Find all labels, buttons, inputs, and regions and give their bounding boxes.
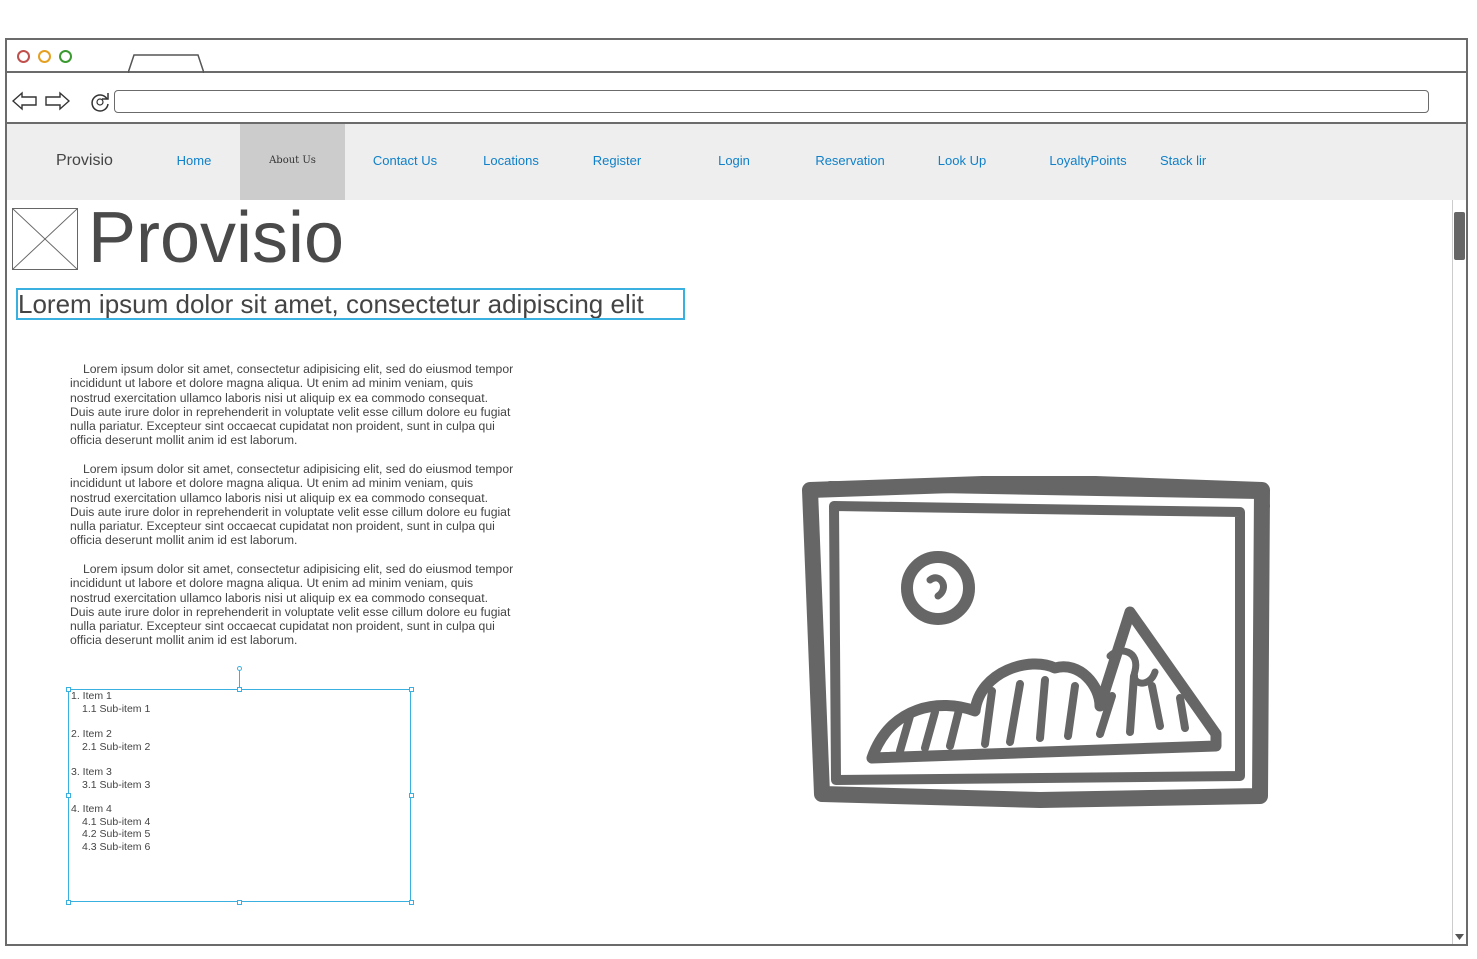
- list-sub-item: 4.1 Sub-item 4: [82, 815, 151, 828]
- resize-handle-nw[interactable]: [66, 687, 71, 692]
- resize-handle-s[interactable]: [237, 900, 242, 905]
- scroll-down-arrow-icon[interactable]: [1455, 934, 1464, 941]
- scrollbar[interactable]: [1452, 200, 1466, 944]
- nav-item-stack[interactable]: Stack lir: [1160, 124, 1210, 200]
- ordered-list[interactable]: 1. Item 1 1.1 Sub-item 1 2. Item 2 2.1 S…: [68, 689, 411, 902]
- paragraph-3: Lorem ipsum dolor sit amet, consectetur …: [70, 562, 514, 648]
- nav-item-about-us[interactable]: About Us: [240, 124, 345, 200]
- list-sub-item: 4.2 Sub-item 5: [82, 828, 151, 841]
- list-item: 3. Item 3 3.1 Sub-item 3: [71, 766, 150, 791]
- list-item-label: 2. Item 2: [71, 728, 112, 740]
- resize-handle-n[interactable]: [237, 687, 242, 692]
- nav-item-login[interactable]: Login: [706, 124, 762, 200]
- nav-item-reservation[interactable]: Reservation: [808, 124, 892, 200]
- nav-item-register[interactable]: Register: [582, 124, 652, 200]
- list-sub-item: 2.1 Sub-item 2: [82, 740, 151, 753]
- nav-item-contact-us[interactable]: Contact Us: [362, 124, 448, 200]
- back-arrow-icon[interactable]: [12, 91, 38, 111]
- minimize-window-button[interactable]: [38, 50, 51, 63]
- list-item: 2. Item 2 2.1 Sub-item 2: [71, 728, 150, 753]
- rotate-handle[interactable]: [237, 666, 242, 671]
- resize-handle-ne[interactable]: [409, 687, 414, 692]
- logo-placeholder-icon: [12, 208, 78, 270]
- reload-icon[interactable]: [88, 90, 112, 114]
- list-item-label: 3. Item 3: [71, 766, 112, 778]
- nav-item-look-up[interactable]: Look Up: [928, 124, 996, 200]
- scrollbar-thumb[interactable]: [1454, 212, 1465, 260]
- list-item-label: 4. Item 4: [71, 803, 112, 815]
- resize-handle-se[interactable]: [409, 900, 414, 905]
- nav-brand[interactable]: Provisio: [56, 124, 113, 200]
- image-placeholder-icon: [802, 476, 1270, 808]
- tab-bar: [5, 38, 1468, 73]
- forward-arrow-icon[interactable]: [44, 91, 70, 111]
- page-title: Provisio: [88, 198, 345, 278]
- list-item-label: 1. Item 1: [71, 690, 112, 702]
- subtitle[interactable]: Lorem ipsum dolor sit amet, consectetur …: [16, 288, 685, 320]
- url-input[interactable]: [114, 90, 1429, 113]
- nav-item-home[interactable]: Home: [160, 124, 228, 200]
- paragraph-1: Lorem ipsum dolor sit amet, consectetur …: [70, 362, 514, 448]
- list-item: 1. Item 1 1.1 Sub-item 1: [71, 690, 150, 715]
- resize-handle-sw[interactable]: [66, 900, 71, 905]
- close-window-button[interactable]: [17, 50, 30, 63]
- browser-tab[interactable]: [128, 54, 204, 73]
- list-sub-item: 4.3 Sub-item 6: [82, 840, 151, 853]
- list-sub-item: 3.1 Sub-item 3: [82, 778, 151, 791]
- paragraph-2: Lorem ipsum dolor sit amet, consectetur …: [70, 462, 514, 548]
- list-sub-item: 1.1 Sub-item 1: [82, 702, 151, 715]
- list-item: 4. Item 4 4.1 Sub-item 4 4.2 Sub-item 5 …: [71, 803, 150, 853]
- resize-handle-e[interactable]: [409, 793, 414, 798]
- resize-handle-w[interactable]: [66, 793, 71, 798]
- zoom-window-button[interactable]: [59, 50, 72, 63]
- rotate-handle-line: [239, 668, 240, 689]
- nav-item-locations[interactable]: Locations: [474, 124, 548, 200]
- nav-item-loyalty-points[interactable]: LoyaltyPoints: [1040, 124, 1136, 200]
